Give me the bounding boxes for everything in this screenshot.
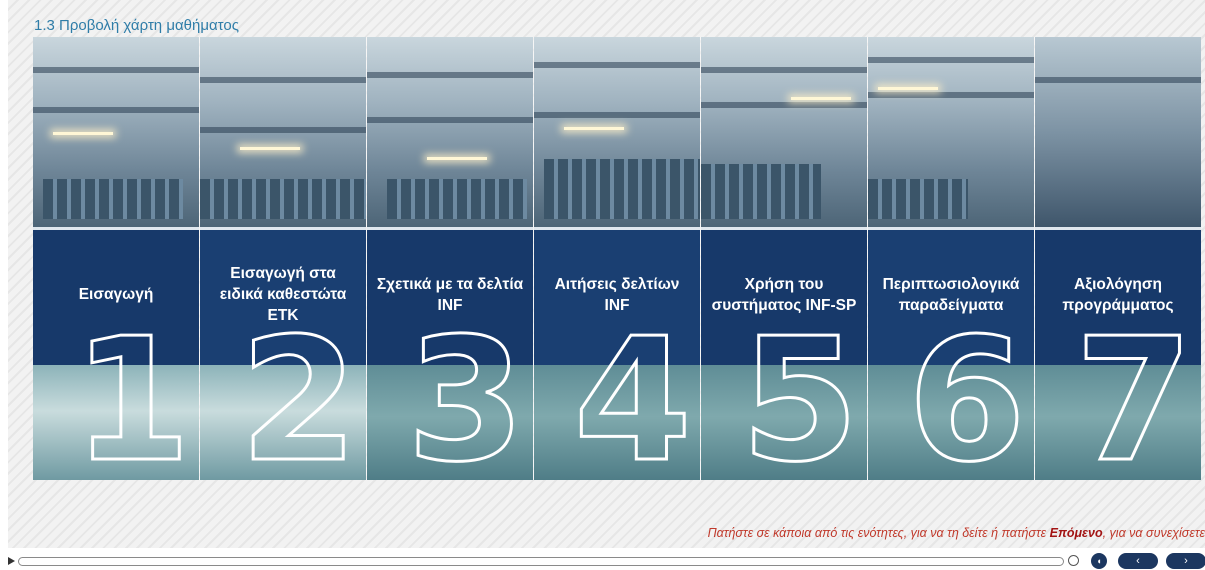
module-number: 5 <box>739 302 860 481</box>
module-panel-2[interactable]: Εισαγωγή στα ειδικά καθεστώτα ΕΤΚ 2 <box>200 37 367 480</box>
module-panel-1[interactable]: Εισαγωγή 1 <box>33 37 200 480</box>
warehouse-image <box>367 37 533 227</box>
warehouse-image <box>868 37 1034 227</box>
player-controls: ◖ ‹ › <box>0 552 1205 570</box>
page-title: 1.3 Προβολή χάρτη μαθήματος <box>34 17 239 34</box>
next-button[interactable]: › <box>1166 553 1205 569</box>
module-panel-4[interactable]: Αιτήσεις δελτίων INF 4 <box>534 37 701 480</box>
module-number: 7 <box>1073 302 1194 481</box>
module-panel-3[interactable]: Σχετικά με τα δελτία INF 3 <box>367 37 534 480</box>
warehouse-image <box>1035 37 1201 227</box>
module-number: 4 <box>572 302 693 481</box>
warehouse-image <box>701 37 867 227</box>
play-icon[interactable] <box>8 557 15 565</box>
next-emphasis: Επόμενο <box>1049 526 1103 540</box>
warehouse-image <box>200 37 366 227</box>
module-number: 2 <box>238 302 359 481</box>
module-number: 3 <box>405 302 526 481</box>
module-panel-6[interactable]: Περιπτωσιολογικά παραδείγματα 6 <box>868 37 1035 480</box>
warehouse-image <box>534 37 700 227</box>
course-map: Εισαγωγή 1 Εισαγωγή στα ειδικά καθεστώτα… <box>33 37 1201 480</box>
module-panel-5[interactable]: Χρήση του συστήματος INF-SP 5 <box>701 37 868 480</box>
module-number: 1 <box>71 302 192 481</box>
module-number: 6 <box>906 302 1027 481</box>
warehouse-image <box>33 37 199 227</box>
slide-stage: 1.3 Προβολή χάρτη μαθήματος Εισαγωγή 1 Ε… <box>8 0 1205 548</box>
previous-button[interactable]: ‹ <box>1118 553 1158 569</box>
module-panel-7[interactable]: Αξιολόγηση προγράμματος 7 <box>1035 37 1201 480</box>
audio-icon[interactable]: ◖ <box>1091 553 1107 569</box>
progress-bar[interactable] <box>18 557 1064 566</box>
search-icon[interactable] <box>1068 555 1079 566</box>
instruction-text: Πατήστε σε κάποια από τις ενότητες, για … <box>707 526 1205 540</box>
